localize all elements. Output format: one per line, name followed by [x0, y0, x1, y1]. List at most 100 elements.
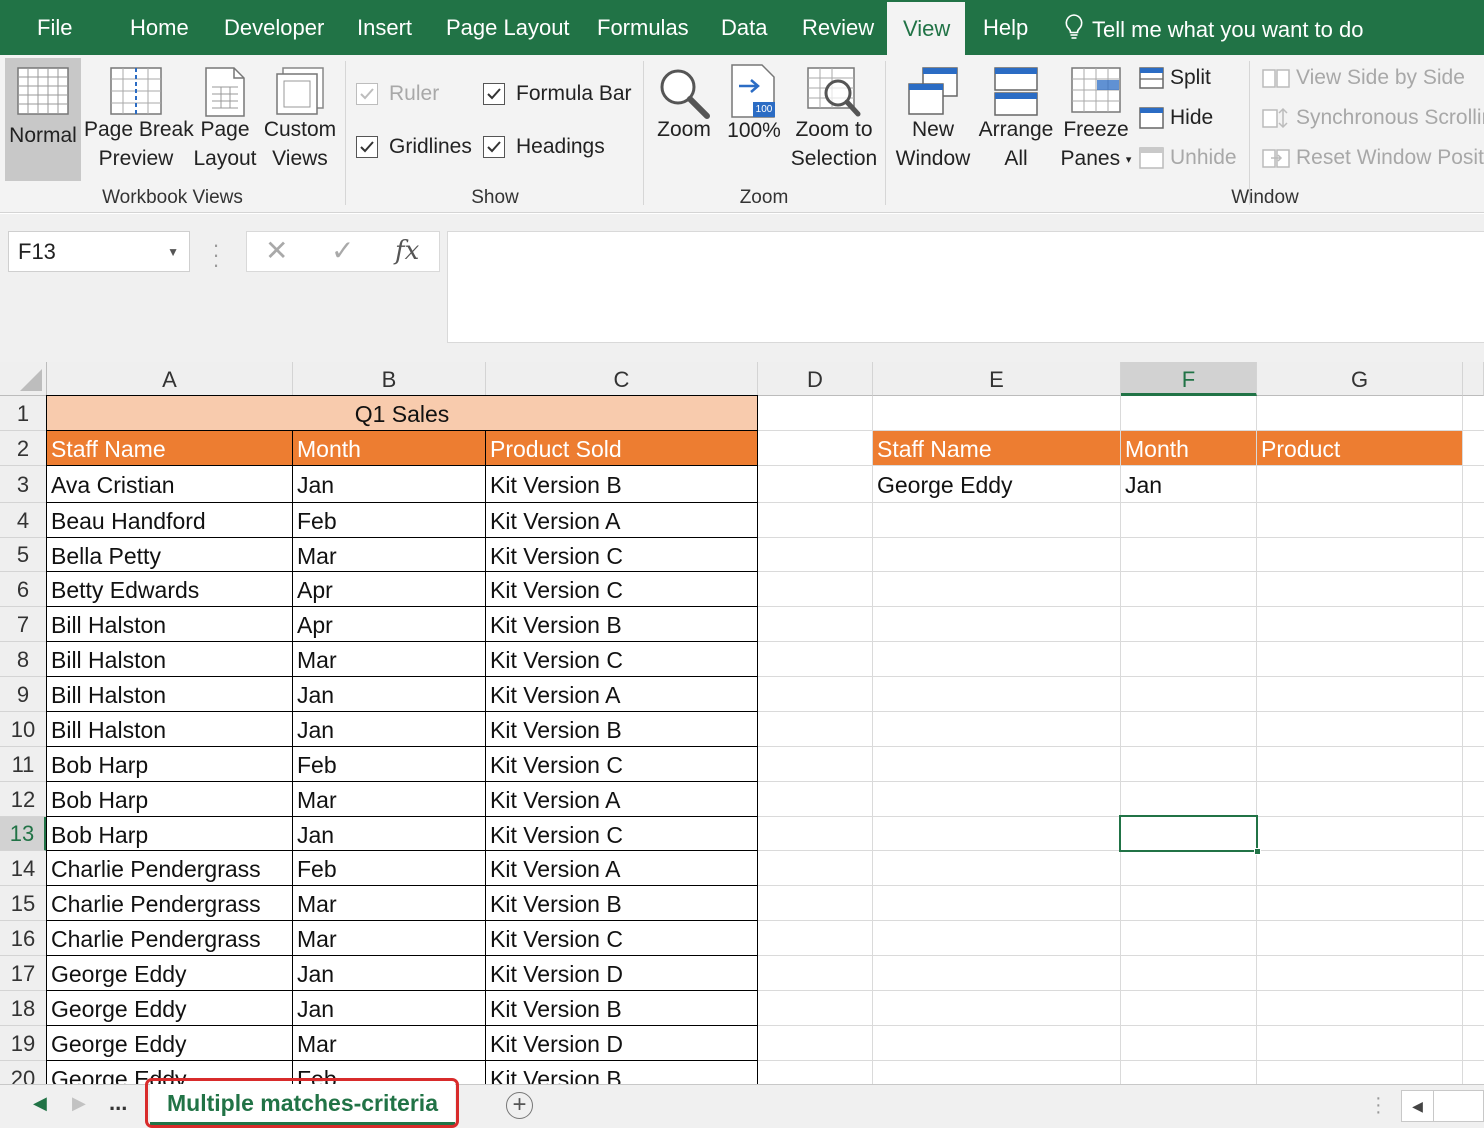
table-cell[interactable]: Kit Version D: [486, 956, 757, 990]
chevron-down-icon[interactable]: ▼: [167, 232, 179, 272]
row-header-5[interactable]: 5: [0, 538, 47, 572]
table-cell[interactable]: Kit Version C: [486, 642, 757, 676]
table-cell[interactable]: Charlie Pendergrass: [47, 921, 292, 955]
table-cell[interactable]: Apr: [293, 572, 485, 606]
row-header-4[interactable]: 4: [0, 503, 47, 538]
arrange-all-button[interactable]: Arrange All: [976, 58, 1056, 181]
table-cell[interactable]: Feb: [293, 747, 485, 781]
table-cell[interactable]: Kit Version C: [486, 921, 757, 955]
select-all-button[interactable]: [0, 362, 47, 396]
custom-views-button[interactable]: Custom Views: [262, 58, 338, 181]
table-cell[interactable]: Bob Harp: [47, 747, 292, 781]
table-cell[interactable]: Mar: [293, 642, 485, 676]
table-cell[interactable]: Jan: [293, 712, 485, 746]
table-cell[interactable]: Jan: [293, 466, 485, 502]
enter-icon[interactable]: ✓: [331, 234, 354, 267]
table-cell[interactable]: Charlie Pendergrass: [47, 886, 292, 920]
table-cell[interactable]: Jan: [293, 817, 485, 850]
freeze-panes-button[interactable]: Freeze Panes ▾: [1058, 58, 1134, 181]
table-cell[interactable]: Bill Halston: [47, 712, 292, 746]
tab-data[interactable]: Data: [721, 0, 767, 55]
scroll-left-icon[interactable]: ◀: [1402, 1091, 1434, 1121]
row-header-17[interactable]: 17: [0, 956, 47, 991]
table-cell[interactable]: Apr: [293, 607, 485, 641]
split-button[interactable]: Split: [1139, 66, 1211, 90]
tab-view[interactable]: View: [887, 2, 965, 55]
table-cell[interactable]: Kit Version B: [486, 991, 757, 1025]
zoom-100-button[interactable]: 100 100%: [722, 58, 786, 181]
row-header-14[interactable]: 14: [0, 851, 47, 886]
table-cell[interactable]: Kit Version B: [486, 607, 757, 641]
table-cell[interactable]: Feb: [293, 503, 485, 537]
formula-bar-checkbox[interactable]: Formula Bar: [483, 82, 632, 106]
row-header-9[interactable]: 9: [0, 677, 47, 712]
table-header-cell[interactable]: Month: [293, 431, 485, 465]
table-cell[interactable]: Kit Version C: [486, 572, 757, 606]
page-break-preview-button[interactable]: Page Break Preview: [84, 58, 194, 181]
ruler-checkbox[interactable]: Ruler: [356, 82, 439, 106]
table-cell[interactable]: Mar: [293, 921, 485, 955]
row-header-3[interactable]: 3: [0, 466, 47, 503]
table-cell[interactable]: Bill Halston: [47, 642, 292, 676]
table-cell[interactable]: Bob Harp: [47, 817, 292, 850]
tab-home[interactable]: Home: [130, 0, 189, 55]
active-cell-selection[interactable]: [1119, 815, 1261, 855]
tab-split-handle[interactable]: · · ·: [1375, 1088, 1382, 1122]
row-header-13[interactable]: 13: [0, 817, 47, 851]
column-header-next[interactable]: [1463, 362, 1484, 396]
worksheet-grid[interactable]: A B C D E F G 1 2 3 4 5 6 7 8 9 10 11 12 13 14 15 16 17 18 19 20 Q1…: [0, 362, 1484, 1084]
table-cell[interactable]: Kit Version B: [486, 1061, 757, 1084]
table-cell[interactable]: Kit Version C: [486, 817, 757, 850]
table-cell[interactable]: Kit Version B: [486, 712, 757, 746]
table-cell[interactable]: Ava Cristian: [47, 466, 292, 502]
criteria-header-cell[interactable]: Product: [1257, 431, 1462, 465]
sheet-overflow-button[interactable]: ...: [109, 1090, 127, 1116]
horizontal-scrollbar[interactable]: ◀: [1401, 1090, 1484, 1122]
row-header-2[interactable]: 2: [0, 431, 47, 466]
row-header-10[interactable]: 10: [0, 712, 47, 747]
criteria-header-cell[interactable]: Month: [1121, 431, 1256, 465]
formula-bar-resize-handle[interactable]: · · ·: [212, 234, 220, 276]
table-cell[interactable]: Bill Halston: [47, 677, 292, 711]
column-header-a[interactable]: A: [47, 362, 293, 396]
table-cell[interactable]: Kit Version A: [486, 782, 757, 816]
name-box[interactable]: F13 ▼: [8, 231, 190, 272]
table-cell[interactable]: George Eddy: [47, 1026, 292, 1060]
table-cell[interactable]: Jan: [293, 991, 485, 1025]
tab-insert[interactable]: Insert: [357, 0, 412, 55]
tab-developer[interactable]: Developer: [224, 0, 324, 55]
tab-help[interactable]: Help: [983, 0, 1028, 55]
row-header-7[interactable]: 7: [0, 607, 47, 642]
row-header-16[interactable]: 16: [0, 921, 47, 956]
table-cell[interactable]: Kit Version B: [486, 886, 757, 920]
headings-checkbox[interactable]: Headings: [483, 135, 605, 159]
table-cell[interactable]: Bill Halston: [47, 607, 292, 641]
table-cell[interactable]: Beau Handford: [47, 503, 292, 537]
table-cell[interactable]: Feb: [293, 851, 485, 885]
tab-formulas[interactable]: Formulas: [597, 0, 689, 55]
table-cell[interactable]: Jan: [293, 956, 485, 990]
table-cell[interactable]: Kit Version A: [486, 503, 757, 537]
table-cell[interactable]: Betty Edwards: [47, 572, 292, 606]
tell-me-box[interactable]: Tell me what you want to do: [1064, 0, 1363, 55]
view-side-by-side-button[interactable]: View Side by Side: [1262, 66, 1465, 90]
tab-page-layout[interactable]: Page Layout: [446, 0, 570, 55]
table-cell[interactable]: Kit Version A: [486, 851, 757, 885]
table-cell[interactable]: Jan: [293, 677, 485, 711]
row-header-15[interactable]: 15: [0, 886, 47, 921]
criteria-cell[interactable]: George Eddy: [873, 466, 1120, 502]
column-header-c[interactable]: C: [486, 362, 758, 396]
hide-button[interactable]: Hide: [1139, 106, 1213, 130]
formula-input[interactable]: [447, 231, 1484, 343]
table-cell[interactable]: Bella Petty: [47, 538, 292, 571]
tab-review[interactable]: Review: [802, 0, 874, 55]
table-cell[interactable]: Kit Version A: [486, 677, 757, 711]
row-header-1[interactable]: 1: [0, 396, 47, 431]
table-cell[interactable]: George Eddy: [47, 956, 292, 990]
column-header-d[interactable]: D: [758, 362, 873, 396]
criteria-cell[interactable]: [1257, 466, 1462, 502]
table-cell[interactable]: Kit Version C: [486, 538, 757, 571]
column-header-g[interactable]: G: [1257, 362, 1463, 396]
fill-handle[interactable]: [1254, 848, 1261, 855]
row-header-20[interactable]: 20: [0, 1061, 47, 1084]
